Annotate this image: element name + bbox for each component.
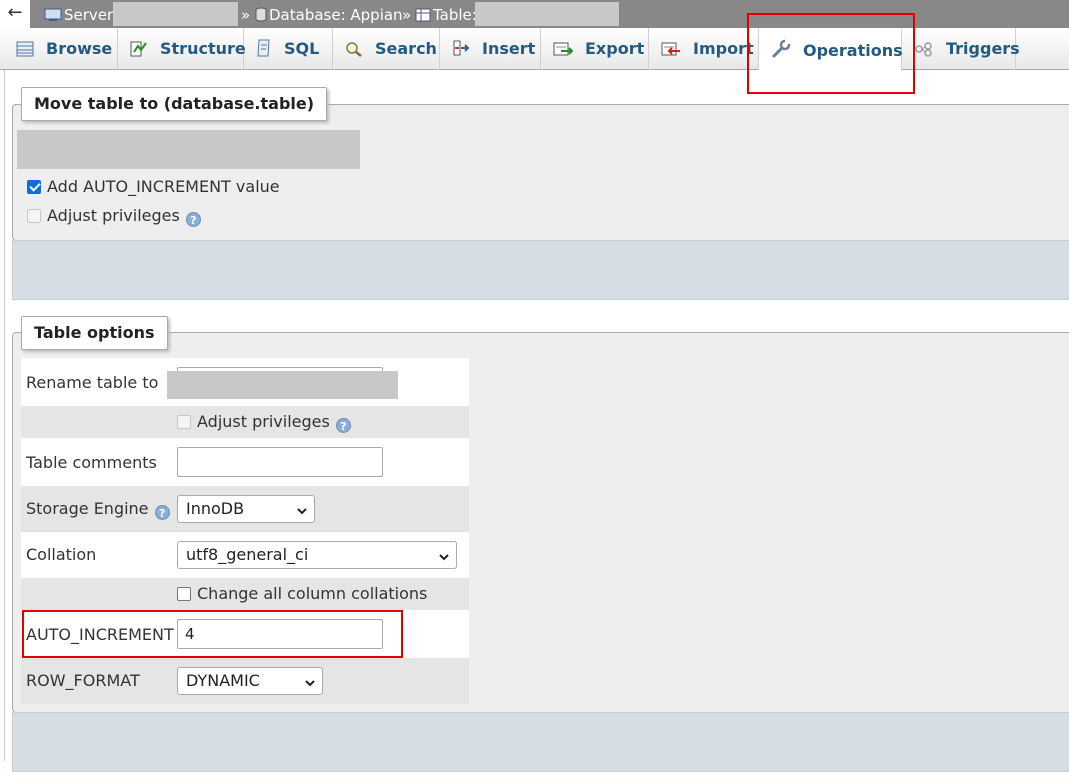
add-auto-increment-option[interactable]: Add AUTO_INCREMENT value xyxy=(27,177,280,197)
tab-triggers[interactable]: Triggers xyxy=(902,28,1020,73)
row-format-select[interactable]: DYNAMIC xyxy=(177,667,323,695)
breadcrumb: ← Server: » Database: Appian » Table: xyxy=(0,0,1069,28)
help-icon[interactable]: ? xyxy=(335,418,351,433)
table-comments-label: Table comments xyxy=(26,453,157,472)
tab-browse[interactable]: Browse xyxy=(4,28,118,70)
help-icon[interactable]: ? xyxy=(154,505,170,520)
auto-increment-input[interactable]: 4 xyxy=(177,619,383,649)
back-arrow-icon[interactable]: ← xyxy=(0,0,30,28)
rename-table-row: Rename table to xyxy=(21,358,469,406)
change-collations-checkbox[interactable] xyxy=(177,587,191,601)
move-adjust-privileges-option: Adjust privileges? xyxy=(27,206,201,227)
auto-increment-label: AUTO_INCREMENT xyxy=(26,625,174,644)
triggers-icon xyxy=(914,31,934,73)
table-comments-row: Table comments xyxy=(21,438,469,486)
breadcrumb-database-label: Database: Appian xyxy=(269,6,403,24)
tab-export[interactable]: Export xyxy=(541,28,649,70)
wrench-icon xyxy=(771,33,791,75)
import-icon xyxy=(661,31,681,73)
move-adjust-privileges-checkbox xyxy=(27,209,41,223)
add-auto-increment-label: Add AUTO_INCREMENT value xyxy=(47,177,280,196)
table-icon xyxy=(415,7,431,27)
table-options-footer xyxy=(12,712,1069,772)
breadcrumb-separator: » xyxy=(241,6,251,24)
move-table-footer xyxy=(12,240,1069,300)
sql-icon xyxy=(256,31,272,73)
adjust-privileges-row: Adjust privileges? xyxy=(21,406,469,438)
add-auto-increment-checkbox[interactable] xyxy=(27,180,41,194)
structure-icon xyxy=(130,31,148,73)
server-icon xyxy=(44,7,62,27)
breadcrumb-separator: » xyxy=(402,6,412,24)
change-collations-row: Change all column collations xyxy=(21,578,469,610)
adjust-privileges-checkbox xyxy=(177,415,191,429)
tab-structure[interactable]: Structure xyxy=(118,28,246,73)
breadcrumb-database[interactable]: Database: Appian xyxy=(255,5,403,27)
database-icon xyxy=(255,7,267,27)
row-format-row: ROW_FORMAT DYNAMIC xyxy=(21,658,469,704)
storage-engine-select[interactable]: InnoDB xyxy=(177,495,315,523)
chevron-down-icon xyxy=(296,502,308,522)
move-table-legend: Move table to (database.table) xyxy=(21,87,328,121)
auto-increment-row: AUTO_INCREMENT 4 xyxy=(21,610,469,658)
breadcrumb-server-label: Server: xyxy=(64,6,118,24)
left-divider xyxy=(4,70,5,761)
tab-sql[interactable]: SQL xyxy=(244,28,333,70)
help-icon[interactable]: ? xyxy=(185,212,201,227)
breadcrumb-table-label: Table: xyxy=(433,6,477,24)
export-icon xyxy=(553,31,574,73)
redacted-server-name xyxy=(113,2,238,26)
row-format-label: ROW_FORMAT xyxy=(26,671,140,690)
tab-import[interactable]: Import xyxy=(649,28,759,70)
insert-icon xyxy=(452,31,470,73)
chevron-down-icon xyxy=(304,674,316,694)
breadcrumb-table[interactable]: Table: xyxy=(415,5,477,27)
adjust-privileges-label: Adjust privileges xyxy=(197,412,330,431)
browse-icon xyxy=(16,31,34,73)
redacted-table-name xyxy=(475,2,619,26)
move-adjust-privileges-label: Adjust privileges xyxy=(47,206,180,225)
collation-select[interactable]: utf8_general_ci xyxy=(177,541,457,569)
search-icon xyxy=(345,31,363,73)
table-options-legend: Table options xyxy=(21,316,168,350)
breadcrumb-server[interactable]: Server: xyxy=(44,5,118,27)
adjust-privileges-option: Adjust privileges? xyxy=(177,412,351,433)
storage-engine-label: Storage Engine xyxy=(26,499,149,518)
collation-row: Collation utf8_general_ci xyxy=(21,532,469,578)
table-comments-input[interactable] xyxy=(177,447,383,477)
change-collations-option[interactable]: Change all column collations xyxy=(177,584,427,604)
chevron-down-icon xyxy=(438,548,450,568)
tab-bar: Browse Structure SQL Search Insert Expor… xyxy=(0,28,1069,73)
redacted-move-target xyxy=(17,130,360,169)
redacted-table-name-value xyxy=(167,371,398,399)
rename-table-label: Rename table to xyxy=(26,373,159,392)
storage-engine-row: Storage Engine? InnoDB xyxy=(21,486,469,532)
change-collations-label: Change all column collations xyxy=(197,584,428,603)
tab-search[interactable]: Search xyxy=(333,28,440,70)
storage-engine-label-wrap: Storage Engine? xyxy=(26,499,170,520)
tab-operations[interactable]: Operations xyxy=(759,28,903,71)
collation-label: Collation xyxy=(26,545,97,564)
tab-insert[interactable]: Insert xyxy=(440,28,541,70)
